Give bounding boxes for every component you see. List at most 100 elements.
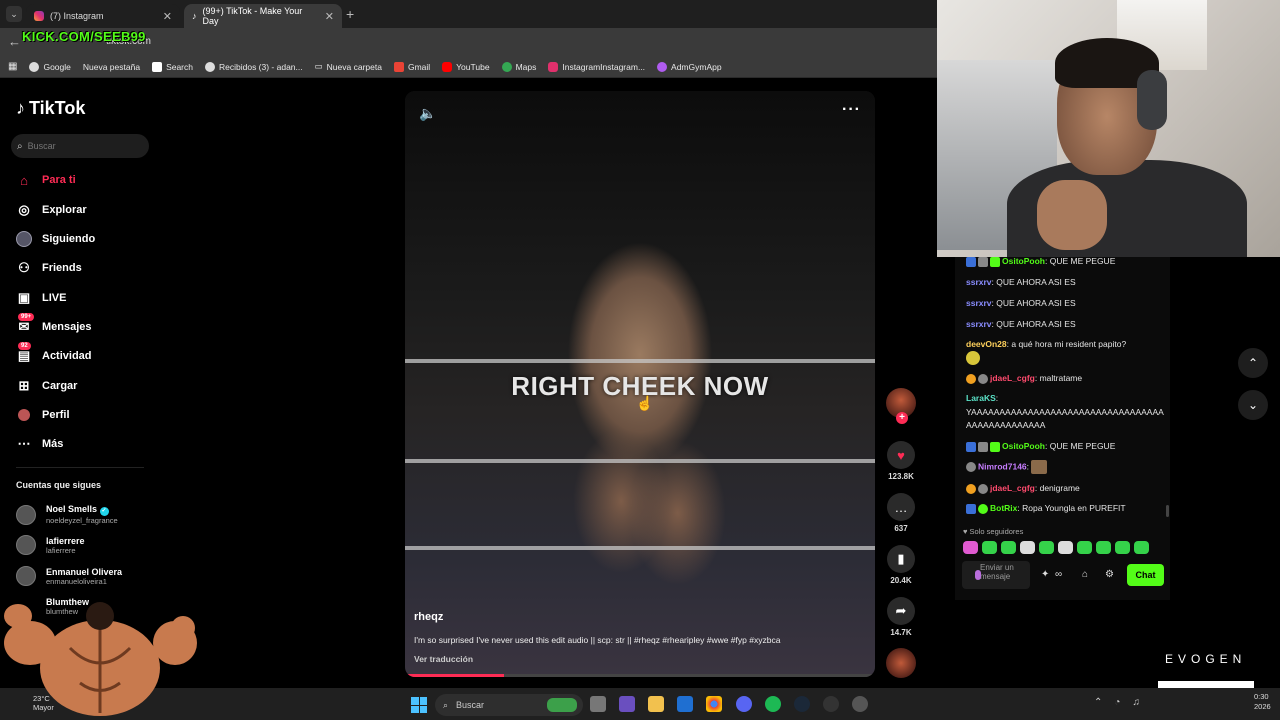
bookmark-admgym[interactable]: AdmGymApp bbox=[657, 61, 722, 72]
mic-icon[interactable] bbox=[975, 570, 981, 580]
nav-label: LIVE bbox=[42, 292, 67, 304]
task-view-icon[interactable] bbox=[590, 696, 606, 712]
chat-username[interactable]: deevOn28 bbox=[966, 339, 1007, 349]
creator-profile-button[interactable]: + bbox=[886, 388, 916, 424]
emote-icon[interactable] bbox=[1077, 541, 1092, 554]
volume-icon[interactable]: 🔈 bbox=[419, 105, 436, 122]
settings-gear-icon[interactable]: ⚙ bbox=[1105, 569, 1114, 580]
chat-message-input[interactable]: Enviar un mensaje bbox=[962, 561, 1030, 589]
taskbar-clock[interactable]: 0:30 2026 bbox=[1254, 692, 1271, 712]
chat-username[interactable]: LaraKS bbox=[966, 393, 996, 403]
nav-upload[interactable]: ⊞ Cargar bbox=[16, 378, 78, 394]
emote-icon[interactable] bbox=[1001, 541, 1016, 554]
ring-rope bbox=[405, 546, 875, 550]
steam-icon[interactable] bbox=[794, 696, 810, 712]
spotify-icon[interactable] bbox=[765, 696, 781, 712]
chrome-icon[interactable] bbox=[706, 696, 722, 712]
bookmark-folder[interactable]: ▭ Nueva carpeta bbox=[315, 61, 382, 72]
like-button[interactable]: ♥ 123.8K bbox=[886, 441, 916, 481]
tab-instagram[interactable]: (7) Instagram ✕ bbox=[26, 4, 180, 28]
emote-icon[interactable] bbox=[1058, 541, 1073, 554]
emote-icon[interactable] bbox=[1134, 541, 1149, 554]
discord-icon[interactable] bbox=[736, 696, 752, 712]
next-video-arrow-icon[interactable]: ⌄ bbox=[1238, 390, 1268, 420]
tab-tiktok[interactable]: ♪ (99+) TikTok - Make Your Day ✕ bbox=[184, 4, 342, 28]
store-app-icon[interactable] bbox=[677, 696, 693, 712]
chat-username[interactable]: BotRix bbox=[990, 503, 1017, 513]
nav-live[interactable]: ▣ LIVE bbox=[16, 290, 67, 306]
emote-icon[interactable] bbox=[1020, 541, 1035, 554]
video-player[interactable]: 🔈 ··· RIGHT CHEEK NOW rheqz I'm so surpr… bbox=[405, 91, 875, 677]
emote-icon[interactable] bbox=[963, 541, 978, 554]
windows-start-icon[interactable] bbox=[411, 697, 427, 713]
more-options-icon[interactable]: ··· bbox=[842, 101, 861, 119]
chat-username[interactable]: ssrxrv bbox=[966, 319, 992, 329]
close-tab-icon[interactable]: ✕ bbox=[163, 10, 172, 23]
chat-username[interactable]: OsitoPooh bbox=[1002, 256, 1045, 266]
nav-activity[interactable]: ▤ 92 Actividad bbox=[16, 342, 92, 364]
bookmark-youtube[interactable]: YouTube bbox=[442, 61, 490, 72]
tiktok-logo[interactable]: ♪ TikTok bbox=[16, 98, 85, 119]
sound-disc[interactable] bbox=[886, 648, 916, 678]
chat-username[interactable]: jdaeL_cgfg bbox=[990, 483, 1035, 493]
save-button[interactable]: ▮ 20.4K bbox=[886, 545, 916, 585]
see-translation-link[interactable]: Ver traducción bbox=[414, 654, 473, 664]
obs-icon[interactable] bbox=[823, 696, 839, 712]
bookmark-google[interactable]: Google bbox=[29, 61, 71, 72]
previous-video-arrow-icon[interactable]: ⌃ bbox=[1238, 348, 1268, 378]
share-button[interactable]: ➦ 14.7K bbox=[886, 597, 916, 637]
emote-icon[interactable] bbox=[1039, 541, 1054, 554]
tray-chevron-icon[interactable]: ⌃ bbox=[1094, 697, 1102, 708]
search-box[interactable]: ⌕ bbox=[11, 134, 149, 158]
nav-friends[interactable]: ⚇ Friends bbox=[16, 260, 82, 276]
chat-username[interactable]: ssrxrv bbox=[966, 298, 992, 308]
chat-text: : bbox=[995, 393, 999, 403]
media-player-icon[interactable] bbox=[852, 696, 868, 712]
emote-icon[interactable] bbox=[982, 541, 997, 554]
account-username: noeldeyzel_fragrance bbox=[46, 516, 118, 525]
bodybuilder-right-fist bbox=[171, 616, 195, 640]
followers-only-notice: ♥ Solo seguidores bbox=[963, 527, 1023, 536]
bookmark-new-tab[interactable]: Nueva pestaña bbox=[83, 62, 140, 72]
chat-scrollbar[interactable] bbox=[1166, 505, 1169, 517]
bookmark-search[interactable]: Search bbox=[152, 61, 193, 72]
new-tab-icon[interactable]: + bbox=[346, 6, 354, 22]
followed-account[interactable]: lafierrere lafierrere bbox=[16, 535, 85, 555]
nav-more[interactable]: ⋯ Más bbox=[16, 436, 64, 452]
followed-account[interactable]: Enmanuel Olivera enmanueloliveira1 bbox=[16, 566, 122, 586]
followed-account[interactable]: Noel Smells ✓ noeldeyzel_fragrance bbox=[16, 504, 118, 525]
network-icon[interactable]: ◔ bbox=[1114, 697, 1120, 708]
taskbar-search[interactable]: ⌕ Buscar bbox=[435, 694, 583, 716]
emote-picker-icon[interactable]: ✦ bbox=[1041, 569, 1049, 580]
back-arrow-icon[interactable]: ← bbox=[8, 34, 21, 49]
chat-username[interactable]: OsitoPooh bbox=[1002, 441, 1045, 451]
bookmark-maps[interactable]: Maps bbox=[501, 61, 536, 72]
app-icon[interactable] bbox=[619, 696, 635, 712]
nav-following[interactable]: Siguiendo bbox=[16, 231, 95, 247]
video-progress-bar[interactable] bbox=[405, 674, 875, 677]
chat-username[interactable]: Nimrod7146 bbox=[978, 461, 1027, 471]
chat-username[interactable]: jdaeL_cgfg bbox=[990, 373, 1035, 383]
bookmark-inbox[interactable]: Recibidos (3) - adan... bbox=[205, 61, 303, 72]
follow-plus-icon[interactable]: + bbox=[896, 412, 908, 424]
file-explorer-icon[interactable] bbox=[648, 696, 664, 712]
search-input[interactable] bbox=[27, 141, 138, 151]
comment-button[interactable]: … 637 bbox=[886, 493, 916, 533]
close-tab-icon[interactable]: ✕ bbox=[325, 10, 334, 23]
link-icon[interactable]: ∞ bbox=[1055, 569, 1062, 580]
microphone-icon[interactable]: ♫ bbox=[1132, 697, 1140, 708]
nav-explore[interactable]: ◎ Explorar bbox=[16, 202, 86, 218]
bookmark-instagram[interactable]: InstagramInstagram... bbox=[548, 61, 645, 72]
emote-icon[interactable] bbox=[1096, 541, 1111, 554]
emote-icon[interactable] bbox=[1115, 541, 1130, 554]
send-chat-button[interactable]: Chat bbox=[1127, 564, 1164, 586]
nav-messages[interactable]: ✉ 99+ Mensajes bbox=[16, 313, 92, 335]
nav-profile[interactable]: Perfil bbox=[16, 407, 70, 423]
nav-for-you[interactable]: ⌂ Para ti bbox=[16, 172, 76, 188]
apps-grid-icon[interactable]: ▦ bbox=[8, 61, 17, 72]
tab-search-icon[interactable]: ⌄ bbox=[6, 6, 22, 22]
store-icon[interactable]: ⌂ bbox=[1082, 569, 1088, 580]
video-author[interactable]: rheqz bbox=[414, 611, 443, 623]
chat-username[interactable]: ssrxrv bbox=[966, 277, 992, 287]
bookmark-gmail[interactable]: Gmail bbox=[393, 61, 430, 72]
